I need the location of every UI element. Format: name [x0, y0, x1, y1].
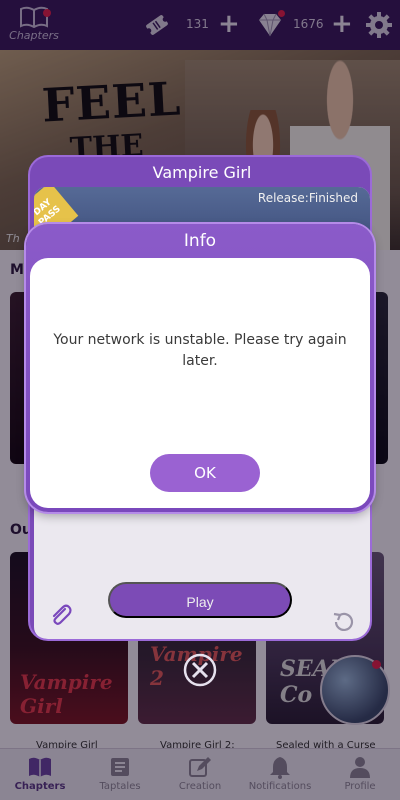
release-status: Release:Finished	[257, 191, 358, 205]
ok-button[interactable]: OK	[150, 454, 260, 492]
refresh-icon[interactable]	[330, 610, 356, 636]
close-icon[interactable]	[182, 652, 218, 688]
info-dialog: Info Your network is unstable. Please tr…	[26, 224, 374, 512]
paperclip-icon[interactable]	[48, 602, 74, 628]
story-title: Vampire Girl	[152, 163, 252, 182]
dialog-message: Your network is unstable. Please try aga…	[53, 332, 347, 369]
story-card-header: Vampire Girl	[30, 157, 370, 189]
play-button[interactable]: Play	[108, 582, 292, 618]
dialog-title: Info	[183, 231, 217, 251]
dialog-body: Your network is unstable. Please try aga…	[30, 258, 370, 508]
